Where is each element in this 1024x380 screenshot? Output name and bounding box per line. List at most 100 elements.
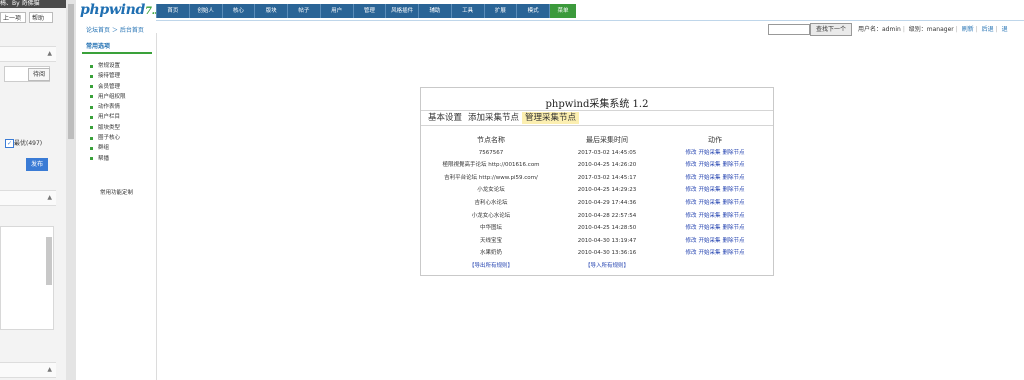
left-panel-section-header-2[interactable]: ▲ [0, 190, 56, 206]
sidebar-menu-item[interactable]: 用户组权限 [90, 92, 126, 102]
left-list-scrollbar[interactable] [46, 237, 52, 285]
left-checkbox-label: 最优(497) [14, 140, 43, 147]
table-header-row: 节点名称 最后采集时间 动作 [421, 134, 773, 147]
sidebar-custom-link[interactable]: 常用功能定制 [100, 188, 133, 196]
delete-node-link[interactable]: 删除节点 [723, 225, 745, 231]
logout-link[interactable]: 退 [1002, 26, 1008, 33]
edit-link[interactable]: 修改 [685, 213, 696, 219]
row-actions: 修改 开始采集 删除节点 [665, 147, 765, 160]
nav-item[interactable]: 用户 [319, 4, 353, 18]
collapse-caret-icon[interactable]: ▲ [47, 50, 52, 57]
delete-node-link[interactable]: 删除节点 [723, 150, 745, 156]
nav-item[interactable]: 版块 [254, 4, 287, 18]
delete-node-link[interactable]: 删除节点 [723, 238, 745, 244]
sidebar-menu-item[interactable]: 接待管理 [90, 71, 126, 81]
sidebar-menu-item[interactable]: 帮播 [90, 154, 126, 164]
delete-node-link[interactable]: 删除节点 [723, 162, 745, 168]
tab-0[interactable]: 基本设置 [425, 112, 465, 124]
delete-node-link[interactable]: 删除节点 [723, 213, 745, 219]
edit-link[interactable]: 修改 [685, 225, 696, 231]
left-list-box[interactable] [0, 226, 54, 330]
sidebar-menu-item[interactable]: 常规设置 [90, 61, 126, 71]
nav-item[interactable]: 模式 [516, 4, 549, 18]
nav-item[interactable]: 首页 [156, 4, 189, 18]
panel-tabs: 基本设置 添加采集节点 管理采集节点 [425, 112, 580, 124]
nav-item[interactable]: 核心 [221, 4, 255, 18]
sidebar-title[interactable]: 常用选项 [86, 41, 110, 50]
edit-link[interactable]: 修改 [685, 162, 696, 168]
left-checkbox[interactable]: ✓ [5, 139, 14, 148]
nav-item[interactable]: 创始人 [188, 4, 222, 18]
start-collect-link[interactable]: 开始采集 [698, 213, 720, 219]
node-table: 节点名称 最后采集时间 动作 7567567 2017-03-02 14:45:0… [421, 134, 773, 273]
delete-node-link[interactable]: 删除节点 [723, 250, 745, 256]
edit-link[interactable]: 修改 [685, 150, 696, 156]
table-row: 吉利平台论坛 http://www.pi59.com/2017-03-02 14… [421, 172, 773, 185]
search-input[interactable] [768, 24, 810, 35]
last-collect-time: 2010-04-25 14:29:23 [577, 187, 637, 194]
left-select-1[interactable]: 上一项 [0, 12, 26, 23]
sidebar-menu: 常规设置 接待管理 会员管理 用户组权限动作表情用户栏目版块类型 圈子核心 群组 帮播 [90, 61, 126, 164]
collapse-caret-icon[interactable]: ▲ [47, 194, 52, 201]
nav-item[interactable]: 风格插件 [385, 4, 418, 18]
nav-item[interactable]: 扩展 [483, 4, 517, 18]
sidebar-menu-label: 用户栏目 [98, 114, 121, 121]
start-collect-link[interactable]: 开始采集 [698, 162, 720, 168]
start-collect-link[interactable]: 开始采集 [698, 238, 720, 244]
left-select-2[interactable]: 帮助 [29, 12, 53, 23]
sidebar-menu-item[interactable]: 动作表情 [90, 102, 126, 112]
collector-panel: phpwind采集系统 1.2 基本设置 添加采集节点 管理采集节点 节点名称 最后… [420, 87, 774, 276]
sidebar-menu-item[interactable]: 圈子核心 [90, 133, 126, 143]
left-post-button[interactable]: 发布 [26, 158, 48, 171]
start-collect-link[interactable]: 开始采集 [698, 187, 720, 193]
collapse-caret-icon[interactable]: ▲ [47, 366, 52, 373]
node-name: 小龙女论坛 [477, 187, 505, 194]
edit-link[interactable]: 修改 [685, 200, 696, 206]
delete-node-link[interactable]: 删除节点 [723, 187, 745, 193]
tab-2[interactable]: 管理采集节点 [522, 112, 580, 124]
edit-link[interactable]: 修改 [685, 250, 696, 256]
last-collect-time: 2010-04-25 14:28:50 [577, 225, 637, 232]
delete-node-link[interactable]: 删除节点 [723, 175, 745, 181]
delete-node-link[interactable]: 删除节点 [723, 200, 745, 206]
sidebar-menu-item[interactable]: 会员管理 [90, 82, 126, 92]
row-actions: 修改 开始采集 删除节点 [665, 247, 765, 260]
row-actions: 修改 开始采集 删除节点 [665, 184, 765, 197]
bullet-icon [90, 157, 93, 161]
nav-item[interactable]: 辅助 [418, 4, 451, 18]
sidebar-menu-label: 动作表情 [98, 104, 121, 111]
refresh-link[interactable]: 刷新 [962, 26, 974, 33]
sidebar-menu-item[interactable]: 群组 [90, 143, 126, 153]
nav-item[interactable]: 管理 [352, 4, 386, 18]
edit-link[interactable]: 修改 [685, 175, 696, 181]
back-link[interactable]: 后退 [982, 26, 994, 33]
left-panel-section-header[interactable]: ▲ [0, 46, 56, 62]
start-collect-link[interactable]: 开始采集 [698, 200, 720, 206]
nav-item[interactable]: 帖子 [287, 4, 320, 18]
left-pane-scroll-thumb[interactable] [68, 4, 74, 139]
edit-link[interactable]: 修改 [685, 238, 696, 244]
start-collect-link[interactable]: 开始采集 [698, 175, 720, 181]
bullet-icon [90, 74, 93, 78]
left-panel-section-header-3[interactable]: ▲ [0, 362, 56, 378]
edit-link[interactable]: 修改 [685, 187, 696, 193]
export-rules-link[interactable]: 【导出所有规则】 [423, 260, 559, 273]
start-collect-link[interactable]: 开始采集 [698, 250, 720, 256]
nav-shortcut-menu[interactable]: 菜单 [549, 4, 576, 18]
sidebar-menu-item[interactable]: 用户栏目 [90, 112, 126, 122]
tab-1[interactable]: 添加采集节点 [465, 112, 522, 124]
sidebar-menu-item[interactable]: 版块类型 [90, 123, 126, 133]
left-hint-button[interactable]: 待阅 [28, 68, 50, 81]
column-header-action: 动作 [708, 136, 722, 144]
last-collect-time: 2010-04-30 13:19:47 [577, 237, 637, 244]
start-collect-link[interactable]: 开始采集 [698, 150, 720, 156]
find-next-button[interactable]: 查找下一个 [810, 23, 852, 36]
nav-item[interactable]: 工具 [450, 4, 484, 18]
username-label: 用户名：admin [858, 26, 901, 33]
start-collect-link[interactable]: 开始采集 [698, 225, 720, 231]
last-collect-time: 2010-04-25 14:26:20 [577, 162, 637, 169]
column-header-name: 节点名称 [477, 136, 505, 144]
top-navigation: 首页 创始人 核心 版块 帖子 用户 管理 风格插件 辅助 工具 扩展 模式 菜单 [156, 4, 576, 18]
user-info-bar: 用户名：admin | 级别：manager | 刷新 | 后退 | 退 [858, 26, 1008, 33]
import-rules-link[interactable]: 【导入所有规则】 [555, 260, 659, 273]
